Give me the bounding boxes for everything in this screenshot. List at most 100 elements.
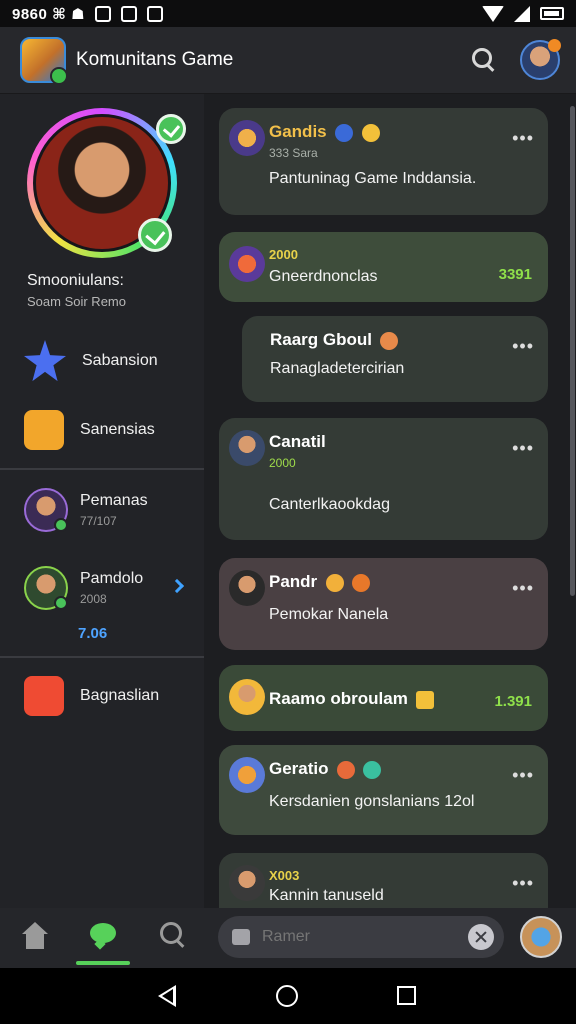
divider — [0, 468, 204, 470]
message-card[interactable]: Raarg Gboul Ranagladetercirian ••• — [242, 316, 548, 402]
message-card[interactable]: Geratio Kersdanien gonslanians 12ol ••• — [219, 745, 548, 835]
search-icon[interactable] — [160, 922, 190, 952]
divider — [0, 656, 204, 658]
sender-name: Raamo obroulam — [269, 689, 408, 708]
user-avatar[interactable] — [520, 916, 562, 958]
app-bar: Komunitans Game — [0, 27, 576, 94]
message-text: Gneerdnonclas — [269, 268, 378, 285]
sidebar-item-label: Bagnaslian — [80, 687, 160, 704]
emoji-icon — [352, 573, 371, 592]
chain-link-icon — [24, 410, 64, 450]
more-options-icon[interactable]: ••• — [512, 438, 534, 459]
emoji-icon — [325, 573, 344, 592]
home-icon[interactable] — [20, 922, 50, 952]
status-time: 9860 ⌘ ☗ — [12, 5, 86, 23]
avatar — [229, 430, 265, 466]
more-options-icon[interactable]: ••• — [512, 128, 534, 149]
sidebar-item-pemanas[interactable]: Pemanas 77/107 — [24, 488, 148, 532]
home-button-icon[interactable] — [276, 985, 298, 1007]
message-count: 1.391 — [494, 693, 532, 710]
battery-icon — [540, 7, 564, 20]
status-bar: 9860 ⌘ ☗ — [0, 0, 576, 27]
sidebar-item-sabansion[interactable]: Sabansion — [24, 340, 158, 382]
signal-icon — [514, 5, 530, 22]
recent-apps-icon[interactable] — [397, 986, 416, 1005]
sidebar: Smooniulans: Soam Soir Remo Sabansion Sa… — [0, 94, 204, 908]
more-options-icon[interactable]: ••• — [512, 765, 534, 786]
message-card[interactable]: Gandis 333 Sara Pantuninag Game Inddansi… — [219, 108, 548, 215]
notification-icon — [95, 5, 112, 22]
flag-icon — [24, 676, 64, 716]
more-options-icon[interactable]: ••• — [512, 336, 534, 357]
chat-icon[interactable] — [88, 922, 118, 952]
sidebar-item-bagnaslian[interactable]: Bagnaslian — [24, 676, 159, 716]
sender-name: Pandr — [269, 572, 318, 591]
avatar — [229, 570, 265, 606]
more-options-icon[interactable]: ••• — [512, 873, 534, 894]
message-text: Kannin tanuseld — [269, 887, 384, 904]
back-icon[interactable] — [158, 985, 176, 1007]
search-icon[interactable] — [472, 48, 496, 72]
sidebar-item-label: Pamdolo — [80, 570, 144, 587]
message-card[interactable]: 2000 Gneerdnonclas 3391 — [219, 232, 548, 302]
message-feed[interactable]: Gandis 333 Sara Pantuninag Game Inddansi… — [204, 94, 576, 908]
sidebar-item-label: Pemanas — [80, 492, 148, 509]
thumbs-up-icon[interactable] — [232, 929, 250, 945]
message-meta: 333 Sara — [269, 146, 318, 160]
scrollbar[interactable] — [570, 106, 575, 596]
verified-badge-icon — [156, 114, 186, 144]
more-options-icon[interactable]: ••• — [512, 578, 534, 599]
sidebar-item-label: Sabansion — [82, 352, 158, 369]
avatar — [24, 488, 68, 532]
message-composer[interactable] — [218, 916, 504, 958]
sidebar-item-sub: 77/107 — [80, 514, 117, 528]
message-card[interactable]: X003 Kannin tanuseld ••• — [219, 853, 548, 908]
crown-icon — [416, 690, 435, 709]
sidebar-item-pamdolo[interactable]: Pamdolo 2008 — [24, 566, 143, 610]
avatar — [229, 246, 265, 282]
bottom-nav — [0, 908, 576, 968]
profile-name: Smooniulans: — [27, 272, 124, 289]
avatar — [229, 120, 265, 156]
message-card[interactable]: Pandr Pemokar Nanela ••• — [219, 558, 548, 650]
sender-name: Geratio — [269, 759, 329, 778]
sidebar-item-label: Sanensias — [80, 421, 155, 438]
emoji-icon — [335, 123, 354, 142]
sidebar-item-value: 7.06 — [78, 625, 108, 642]
message-meta: 2000 — [269, 456, 296, 470]
message-text: Ranagladetercirian — [270, 360, 405, 377]
message-card[interactable]: Canatil 2000 Canterlkaookdag ••• — [219, 418, 548, 540]
sidebar-item-sub: 2008 — [80, 592, 107, 606]
chevron-right-icon[interactable] — [169, 578, 185, 594]
app-logo[interactable] — [20, 37, 68, 85]
avatar — [229, 865, 265, 901]
emoji-icon — [336, 760, 355, 779]
message-text: Pemokar Nanela — [269, 606, 389, 623]
avatar — [229, 757, 265, 793]
sidebar-item-sanensias[interactable]: Sanensias — [24, 410, 155, 450]
sender-name: Gandis — [269, 122, 327, 141]
camera-icon — [147, 5, 164, 22]
online-badge-icon — [138, 218, 172, 252]
app-title: Komunitans Game — [76, 49, 234, 70]
message-card[interactable]: Raamo obroulam 1.391 — [219, 665, 548, 731]
sender-name: X003 — [269, 868, 300, 883]
message-text: Canterlkaookdag — [269, 496, 390, 513]
sender-name: Raarg Gboul — [270, 330, 373, 349]
profile-subtitle: Soam Soir Remo — [27, 294, 126, 309]
avatar — [24, 566, 68, 610]
emoji-icon — [380, 331, 399, 350]
star-icon — [24, 340, 66, 382]
wifi-icon — [482, 5, 504, 22]
close-icon[interactable] — [468, 924, 494, 950]
message-count: 3391 — [498, 266, 532, 283]
active-tab-indicator — [76, 961, 130, 965]
message-text: Kersdanien gonslanians 12ol — [269, 793, 475, 810]
avatar — [229, 679, 265, 715]
sender-name: 2000 — [269, 247, 298, 262]
message-input[interactable] — [262, 928, 442, 946]
system-navigation — [0, 968, 576, 1024]
profile-avatar[interactable] — [520, 39, 561, 80]
emoji-icon — [363, 760, 382, 779]
settings-icon — [121, 5, 138, 22]
